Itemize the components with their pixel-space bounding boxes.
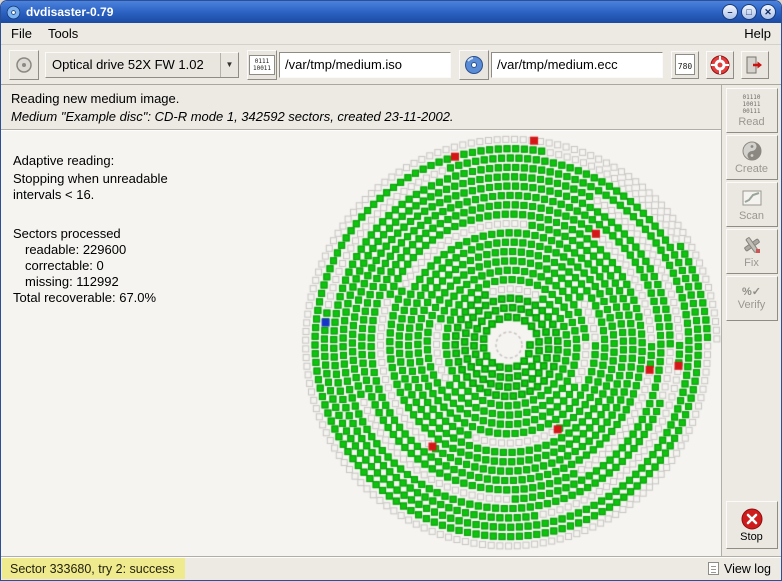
quit-button[interactable] xyxy=(741,51,769,79)
lifebuoy-icon xyxy=(710,55,730,75)
reading-info-panel: Adaptive reading: Stopping when unreadab… xyxy=(13,153,168,306)
ecc-path-input[interactable] xyxy=(491,52,663,78)
drive-select[interactable]: Optical drive 52X FW 1.02 ▼ xyxy=(45,52,239,78)
fix-button[interactable]: Fix xyxy=(726,229,778,274)
scan-button-label: Scan xyxy=(739,211,764,222)
status-line-secondary: Medium "Example disc": CD-R mode 1, 3425… xyxy=(11,108,711,126)
read-binary-icon: 011101001100111 xyxy=(742,94,760,115)
create-tao-icon xyxy=(741,140,763,162)
ecc-file-button[interactable] xyxy=(459,50,489,80)
app-window: dvdisaster-0.79 – □ ✕ File Tools Help Op… xyxy=(0,0,782,581)
minimize-button[interactable]: – xyxy=(722,4,738,20)
stop-icon xyxy=(741,508,763,530)
ecc-file-icon xyxy=(464,55,484,75)
stop-button-label: Stop xyxy=(740,532,763,543)
statusbar: Sector 333680, try 2: success View log xyxy=(1,556,781,580)
menu-tools[interactable]: Tools xyxy=(40,24,86,43)
exit-icon xyxy=(745,55,765,75)
menubar: File Tools Help xyxy=(1,23,781,45)
adaptive-reading-desc: Stopping when unreadable xyxy=(13,171,168,187)
fix-button-label: Fix xyxy=(744,258,759,269)
sector-spiral-visualization xyxy=(293,131,721,556)
sectors-correctable: correctable: 0 xyxy=(13,258,168,274)
iso-path-input[interactable] xyxy=(279,52,451,78)
verify-button[interactable]: %✓ Verify xyxy=(726,276,778,321)
help-button[interactable] xyxy=(706,51,734,79)
scan-button[interactable]: Scan xyxy=(726,182,778,227)
status-message: Sector 333680, try 2: success xyxy=(2,558,185,579)
chevron-down-icon: ▼ xyxy=(220,53,238,77)
fix-tools-icon xyxy=(741,234,763,256)
preferences-icon: 780 xyxy=(675,54,695,75)
adaptive-reading-title: Adaptive reading: xyxy=(13,153,168,169)
stop-button[interactable]: Stop xyxy=(726,501,778,549)
action-sidebar: 011101001100111 Read Create Scan xyxy=(721,85,781,556)
verify-icon: %✓ xyxy=(742,286,761,298)
adaptive-reading-desc2: intervals < 16. xyxy=(13,187,168,203)
log-icon xyxy=(708,562,719,575)
status-line-primary: Reading new medium image. xyxy=(11,90,711,108)
scan-chart-icon xyxy=(741,187,763,209)
view-log-button[interactable]: View log xyxy=(698,557,781,580)
total-recoverable: Total recoverable: 67.0% xyxy=(13,290,168,306)
toolbar: Optical drive 52X FW 1.02 ▼ 011110011 78… xyxy=(1,45,781,85)
read-button-label: Read xyxy=(738,117,764,128)
menu-file[interactable]: File xyxy=(3,24,40,43)
app-icon xyxy=(6,5,21,20)
image-file-icon: 011110011 xyxy=(249,55,275,75)
verify-button-label: Verify xyxy=(738,300,766,311)
drive-icon xyxy=(15,56,33,74)
image-file-button[interactable]: 011110011 xyxy=(247,50,277,80)
read-button[interactable]: 011101001100111 Read xyxy=(726,88,778,133)
sectors-missing: missing: 112992 xyxy=(13,274,168,290)
close-button[interactable]: ✕ xyxy=(760,4,776,20)
sectors-readable: readable: 229600 xyxy=(13,242,168,258)
drive-eject-button[interactable] xyxy=(9,50,39,80)
create-button-label: Create xyxy=(735,164,768,175)
sectors-processed-title: Sectors processed xyxy=(13,226,168,242)
drive-select-value: Optical drive 52X FW 1.02 xyxy=(46,57,220,72)
maximize-button[interactable]: □ xyxy=(741,4,757,20)
titlebar[interactable]: dvdisaster-0.79 – □ ✕ xyxy=(1,1,781,23)
create-button[interactable]: Create xyxy=(726,135,778,180)
menu-help[interactable]: Help xyxy=(736,24,779,43)
status-header: Reading new medium image. Medium "Exampl… xyxy=(1,85,721,129)
reading-area: Adaptive reading: Stopping when unreadab… xyxy=(1,131,721,556)
preferences-button[interactable]: 780 xyxy=(671,51,699,79)
window-title: dvdisaster-0.79 xyxy=(26,5,717,19)
view-log-label: View log xyxy=(724,562,771,576)
